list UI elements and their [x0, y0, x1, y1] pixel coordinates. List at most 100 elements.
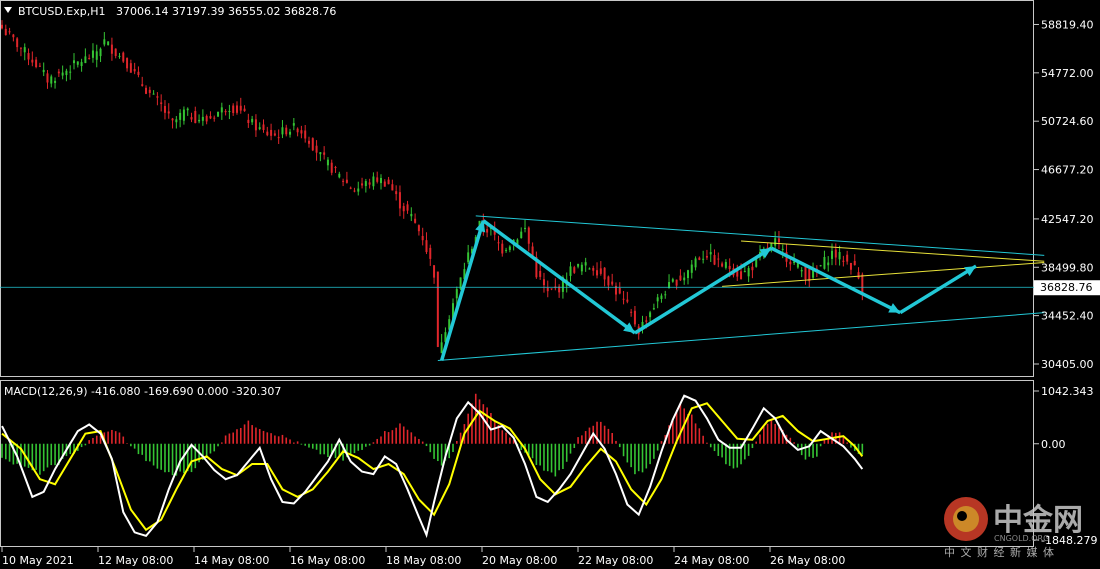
candle-body: [376, 177, 379, 182]
candle-body: [383, 181, 386, 187]
candle-body: [622, 298, 625, 300]
candle-body: [421, 235, 424, 241]
candle-body: [395, 191, 398, 195]
candle-body: [694, 258, 697, 268]
candle-body: [243, 108, 246, 112]
candle-body: [80, 62, 83, 67]
candle-body: [148, 89, 151, 93]
candle-body: [224, 110, 227, 113]
candle-body: [584, 262, 587, 266]
candle-body: [213, 117, 216, 119]
candle-body: [270, 129, 273, 136]
candle-body: [740, 271, 743, 279]
trading-chart[interactable]: BTCUSD.Exp,H1 37006.14 37197.39 36555.02…: [0, 0, 1100, 569]
time-tick-label: 22 May 08:00: [578, 554, 653, 567]
candle-body: [235, 105, 238, 113]
candle-body: [122, 52, 125, 62]
candle-body: [99, 48, 102, 57]
candle-body: [391, 184, 394, 191]
candle-body: [198, 119, 201, 122]
candle-body: [857, 272, 860, 279]
candle-body: [372, 176, 375, 187]
candle-body: [186, 108, 189, 111]
price-tick-label: 34452.40: [1041, 310, 1094, 323]
candle-body: [588, 268, 591, 270]
candle-body: [23, 47, 26, 53]
candle-body: [217, 111, 220, 117]
candle-body: [846, 254, 849, 262]
candle-body: [842, 260, 845, 262]
candle-body: [163, 105, 166, 113]
candle-body: [505, 249, 508, 251]
candle-body: [410, 213, 413, 217]
price-tick-label: 50724.60: [1041, 115, 1094, 128]
candle-body: [429, 247, 432, 259]
candle-body: [27, 53, 30, 60]
candle: [311, 137, 314, 152]
candle-body: [239, 105, 242, 111]
candle-body: [387, 179, 390, 185]
candle-body: [273, 133, 276, 136]
candle-body: [713, 255, 716, 265]
candle-body: [126, 58, 129, 69]
candle-body: [88, 58, 91, 60]
candle-body: [630, 311, 633, 313]
candle-body: [433, 265, 436, 278]
candle-body: [160, 102, 163, 105]
candle-body: [402, 206, 405, 212]
candle-body: [626, 299, 629, 302]
candle-body: [603, 267, 606, 280]
candle-body: [345, 179, 348, 183]
candle-body: [228, 110, 231, 112]
candle-body: [133, 69, 136, 72]
candle-body: [152, 93, 155, 95]
candle-body: [300, 130, 303, 134]
candle-body: [633, 310, 636, 325]
price-tick-label: 58819.40: [1041, 18, 1094, 31]
candle-body: [61, 72, 64, 76]
candle-body: [728, 265, 731, 270]
candle-body: [16, 38, 19, 48]
candle-body: [508, 246, 511, 250]
candle-body: [353, 190, 356, 192]
candle-body: [804, 265, 807, 280]
candle-body: [247, 119, 250, 124]
candle-body: [580, 264, 583, 272]
candle-body: [652, 308, 655, 310]
candle-body: [455, 289, 458, 299]
candle-body: [103, 39, 106, 45]
candle-body: [524, 227, 527, 229]
candle-body: [781, 248, 784, 250]
candle-body: [774, 238, 777, 246]
candle-body: [254, 119, 257, 131]
price-tick-label: 30405.00: [1041, 358, 1094, 371]
candle-body: [209, 116, 212, 119]
candle-body: [57, 71, 60, 74]
candle-body: [861, 274, 864, 293]
candle-body: [46, 73, 49, 83]
candle-body: [137, 71, 140, 76]
candle-body: [65, 70, 68, 76]
candle-body: [323, 152, 326, 155]
watermark-brand: 中金网: [993, 503, 1083, 538]
price-tick-label: 42547.20: [1041, 213, 1094, 226]
candle-body: [823, 256, 826, 269]
candle-body: [251, 118, 254, 123]
candle-body: [705, 255, 708, 258]
candle-body: [671, 279, 674, 282]
candle-body: [368, 182, 371, 185]
candle: [459, 277, 462, 291]
candle-body: [361, 183, 364, 186]
candle-body: [330, 162, 333, 173]
candle-body: [194, 110, 197, 124]
candle-body: [789, 261, 792, 265]
candle-body: [501, 243, 504, 254]
candle-body: [38, 65, 41, 67]
candle-body: [573, 267, 576, 273]
candle-body: [338, 173, 341, 178]
candle-body: [266, 131, 269, 136]
candle-body: [417, 225, 420, 232]
candle-body: [717, 258, 720, 260]
candle-body: [838, 251, 841, 260]
candle-body: [281, 127, 284, 135]
